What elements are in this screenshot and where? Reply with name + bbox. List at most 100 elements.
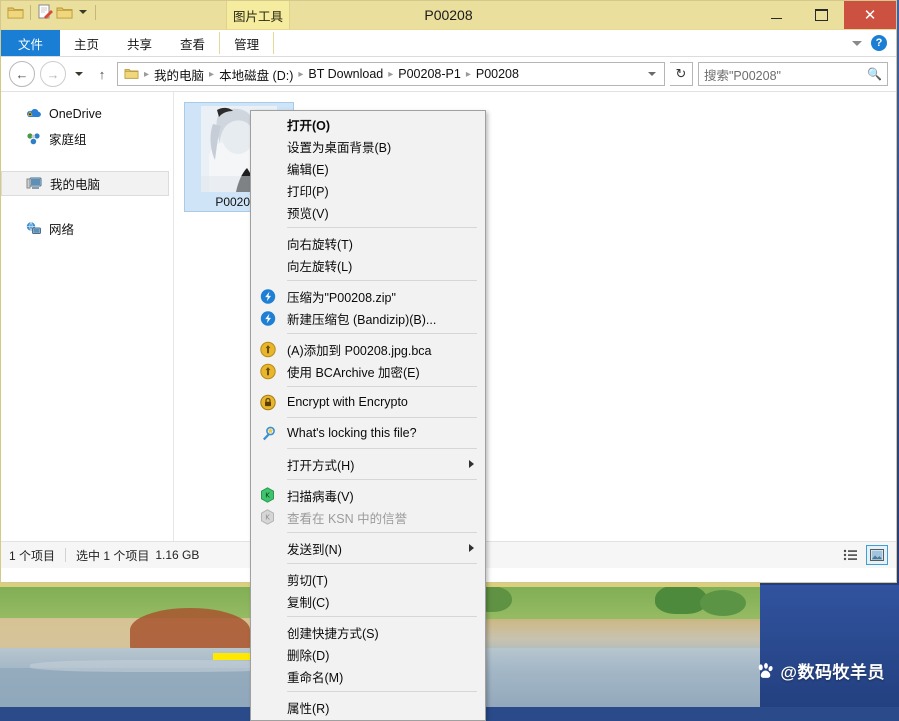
help-icon[interactable]: ? xyxy=(871,35,887,51)
sidebar-item-homegroup[interactable]: 家庭组 xyxy=(1,126,173,151)
chevron-down-icon[interactable] xyxy=(648,72,656,76)
close-button[interactable]: ✕ xyxy=(844,1,896,29)
menu-item-edit[interactable]: 编辑(E) xyxy=(251,157,485,179)
menu-item-copy[interactable]: 复制(C) xyxy=(251,590,485,612)
search-placeholder: 搜索"P00208" xyxy=(704,68,781,83)
search-input[interactable]: 搜索"P00208" 🔍 xyxy=(698,62,888,86)
menu-item-label: 删除(D) xyxy=(287,648,330,663)
context-menu[interactable]: 打开(O) 设置为桌面背景(B) 编辑(E) 打印(P) 预览(V) 向右旋转(… xyxy=(250,110,486,721)
tab-share[interactable]: 共享 xyxy=(113,30,166,56)
menu-item-rotate-right[interactable]: 向右旋转(T) xyxy=(251,232,485,254)
menu-item-label: 重命名(M) xyxy=(287,670,344,685)
window-controls: ✕ xyxy=(754,1,896,29)
tab-manage[interactable]: 管理 xyxy=(220,30,273,56)
svg-text:K: K xyxy=(265,514,270,522)
breadcrumb-separator: ▸ xyxy=(298,68,304,80)
menu-separator xyxy=(287,479,477,480)
encrypto-lock-icon xyxy=(259,394,276,411)
sidebar-item-network[interactable]: 网络 xyxy=(1,216,173,241)
status-size: 1.16 GB xyxy=(155,548,200,562)
wallpaper-tree xyxy=(700,590,746,616)
menu-item-set-as-desktop-background[interactable]: 设置为桌面背景(B) xyxy=(251,135,485,157)
up-button[interactable]: ↑ xyxy=(92,63,112,85)
menu-item-scan-for-viruses[interactable]: K 扫描病毒(V) xyxy=(251,484,485,506)
menu-item-encrypt-bcarchive[interactable]: 使用 BCArchive 加密(E) xyxy=(251,360,485,382)
tab-home[interactable]: 主页 xyxy=(60,30,113,56)
menu-item-open[interactable]: 打开(O) xyxy=(251,113,485,135)
menu-item-label: 发送到(N) xyxy=(287,542,342,557)
menu-item-rename[interactable]: 重命名(M) xyxy=(251,665,485,687)
breadcrumb-separator: ▸ xyxy=(209,68,215,80)
menu-item-properties[interactable]: 属性(R) xyxy=(251,696,485,718)
menu-item-preview[interactable]: 预览(V) xyxy=(251,201,485,223)
chevron-down-icon[interactable] xyxy=(76,6,89,19)
menu-item-view-ksn-reputation: K 查看在 KSN 中的信誉 xyxy=(251,506,485,528)
breadcrumb[interactable]: ▸ 我的电脑 ▸ 本地磁盘 (D:) ▸ BT Download ▸ P0020… xyxy=(117,62,665,86)
network-icon xyxy=(25,221,42,237)
folder-icon xyxy=(124,67,141,82)
tab-view[interactable]: 查看 xyxy=(166,30,219,56)
chevron-down-icon[interactable] xyxy=(852,40,862,46)
back-button[interactable]: ← xyxy=(9,61,35,87)
menu-item-encrypt-with-encrypto[interactable]: Encrypt with Encrypto xyxy=(251,391,485,413)
menu-separator xyxy=(287,417,477,418)
menu-item-label: 压缩为"P00208.zip" xyxy=(287,290,396,305)
menu-separator xyxy=(287,563,477,564)
menu-separator xyxy=(287,386,477,387)
refresh-button[interactable]: ↻ xyxy=(670,62,693,86)
sidebar-item-label: OneDrive xyxy=(49,106,102,121)
menu-item-rotate-left[interactable]: 向左旋转(L) xyxy=(251,254,485,276)
menu-item-delete[interactable]: 删除(D) xyxy=(251,643,485,665)
watermark: @数码牧羊员 xyxy=(756,658,885,683)
bandizip-icon xyxy=(259,310,276,327)
menu-separator xyxy=(287,532,477,533)
chevron-right-icon xyxy=(469,544,474,552)
breadcrumb-item-1[interactable]: 本地磁盘 (D:) xyxy=(215,65,297,84)
sidebar-item-label: 我的电脑 xyxy=(50,178,101,192)
menu-item-whats-locking-this-file[interactable]: What's locking this file? xyxy=(251,422,485,444)
breadcrumb-item-2[interactable]: BT Download xyxy=(304,67,387,81)
minimize-button[interactable] xyxy=(754,1,799,29)
status-selection: 选中 1 个项目 xyxy=(76,548,150,563)
menu-item-label: 打开(O) xyxy=(287,118,331,133)
menu-item-open-with[interactable]: 打开方式(H) xyxy=(251,453,485,475)
breadcrumb-item-3[interactable]: P00208-P1 xyxy=(394,67,465,81)
watermark-text: @数码牧羊员 xyxy=(780,663,885,682)
recent-locations-icon[interactable] xyxy=(71,63,87,85)
new-folder-properties-icon[interactable] xyxy=(37,4,53,20)
view-mode-buttons xyxy=(840,545,888,565)
tab-file[interactable]: 文件 xyxy=(1,30,61,56)
menu-separator xyxy=(287,616,477,617)
wallpaper-rock xyxy=(130,608,250,652)
sidebar-item-onedrive[interactable]: OneDrive xyxy=(1,101,173,126)
menu-item-label: Encrypt with Encrypto xyxy=(287,395,408,409)
bcarchive-icon xyxy=(259,363,276,380)
maximize-button[interactable] xyxy=(799,1,844,29)
menu-item-add-to-bca[interactable]: (A)添加到 P00208.jpg.bca xyxy=(251,338,485,360)
sidebar-item-my-computer[interactable]: 我的电脑 xyxy=(1,171,169,196)
menu-item-cut[interactable]: 剪切(T) xyxy=(251,568,485,590)
details-view-icon[interactable] xyxy=(840,546,860,564)
menu-item-label: 使用 BCArchive 加密(E) xyxy=(287,365,420,380)
menu-separator xyxy=(287,691,477,692)
menu-item-send-to[interactable]: 发送到(N) xyxy=(251,537,485,559)
svg-text:K: K xyxy=(265,492,270,500)
folder-icon[interactable] xyxy=(56,5,73,20)
menu-item-label: 复制(C) xyxy=(287,595,330,610)
large-icons-view-icon[interactable] xyxy=(866,545,888,565)
breadcrumb-item-4[interactable]: P00208 xyxy=(472,67,523,81)
menu-item-label: 属性(R) xyxy=(287,701,330,716)
folder-icon[interactable] xyxy=(7,5,24,20)
toolbar-divider xyxy=(30,4,31,20)
menu-item-label: 剪切(T) xyxy=(287,573,328,588)
menu-item-create-shortcut[interactable]: 创建快捷方式(S) xyxy=(251,621,485,643)
breadcrumb-item-0[interactable]: 我的电脑 xyxy=(150,65,208,84)
menu-item-new-archive-bandizip[interactable]: 新建压缩包 (Bandizip)(B)... xyxy=(251,307,485,329)
menu-item-compress-to-zip[interactable]: 压缩为"P00208.zip" xyxy=(251,285,485,307)
homegroup-icon xyxy=(25,131,42,147)
forward-button[interactable]: → xyxy=(40,61,66,87)
tab-divider xyxy=(273,32,275,54)
quick-access-toolbar[interactable] xyxy=(7,4,99,20)
menu-item-print[interactable]: 打印(P) xyxy=(251,179,485,201)
menu-item-label: (A)添加到 P00208.jpg.bca xyxy=(287,343,432,358)
